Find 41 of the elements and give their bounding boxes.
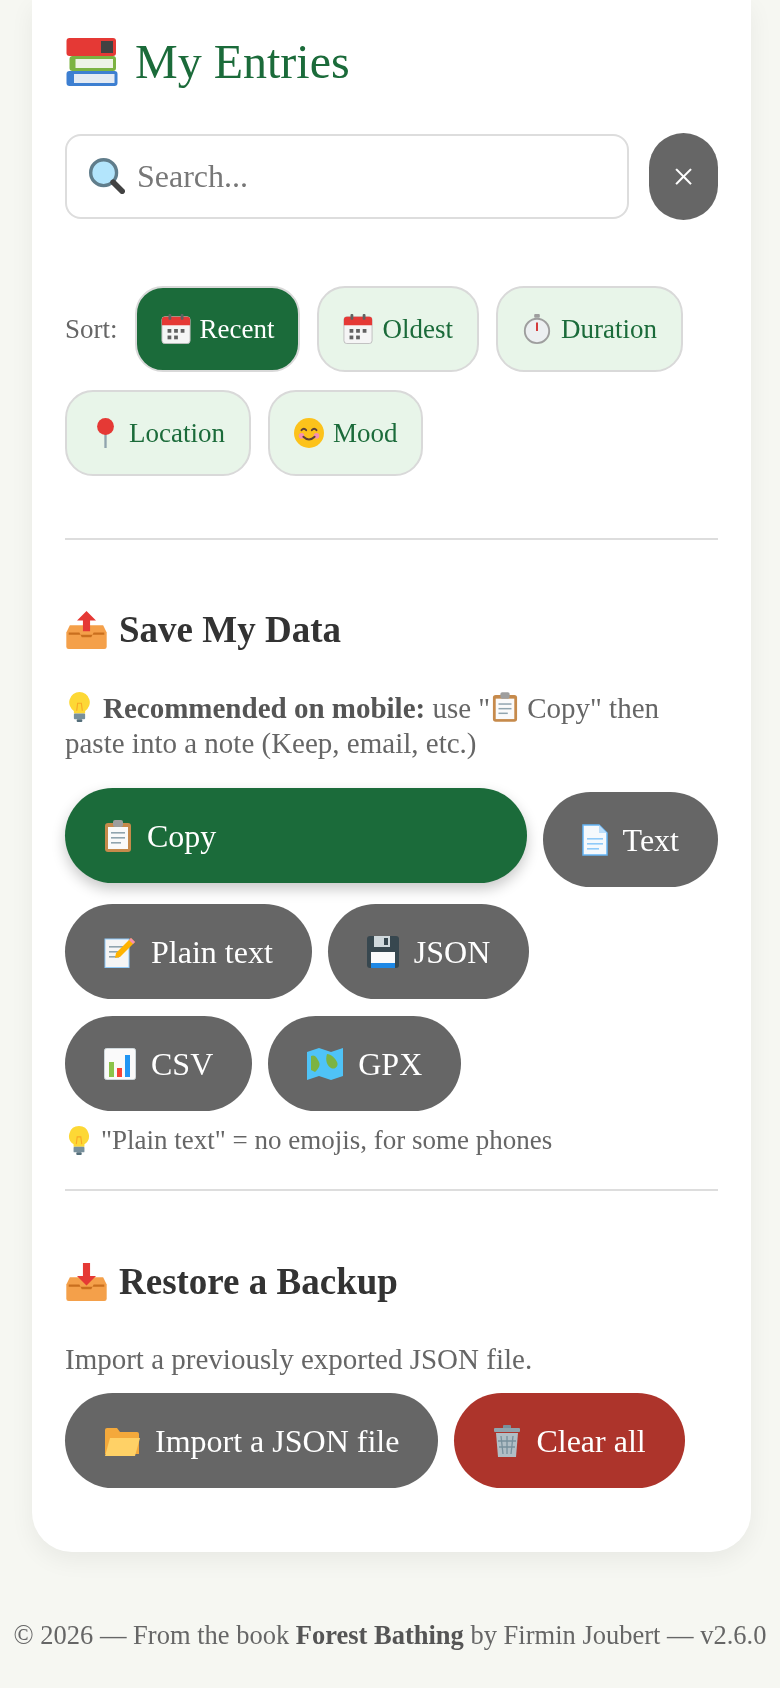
inbox-tray-icon (65, 1263, 108, 1301)
import-button[interactable]: Import a JSON file (65, 1393, 439, 1488)
section-heading: Restore a Backup (119, 1260, 398, 1304)
pin-icon (96, 418, 115, 448)
books-icon (65, 38, 119, 86)
document-icon (581, 823, 608, 856)
clipboard-icon (492, 692, 519, 722)
stopwatch-icon (522, 314, 552, 344)
lightbulb-icon (68, 692, 91, 722)
export-button[interactable]: Copy (65, 788, 527, 883)
clear-all-button[interactable]: Clear all (454, 1393, 685, 1488)
export-button[interactable]: CSV (65, 1016, 253, 1111)
export-button[interactable]: GPX (268, 1016, 462, 1111)
section-heading: Save My Data (119, 608, 341, 652)
trash-can-icon (493, 1424, 522, 1457)
tip-text: Recommended on mobile: use " Copy" then paste into a note (Keep, email, etc.) (65, 691, 661, 761)
sort-button[interactable]: Duration (496, 286, 683, 372)
export-button[interactable]: Text (542, 792, 718, 887)
footer-text: © 2026 — From the book Forest Bathing by Firmin Joubert — v2.6.0 (12, 1619, 768, 1651)
sort-button[interactable]: Oldest (317, 286, 479, 372)
lightbulb-icon (68, 1125, 90, 1155)
sort-button[interactable]: Recent (134, 286, 301, 372)
export-button[interactable]: JSON (327, 904, 530, 999)
memo-icon (104, 935, 136, 968)
outbox-tray-icon (65, 611, 108, 649)
hint-text: "Plain text" = no emojis, for some phones (101, 1124, 553, 1156)
page-title: My Entries (135, 34, 350, 90)
search-field[interactable]: Search... (65, 134, 629, 219)
sort-button[interactable]: Location (65, 390, 251, 476)
clear-search-button[interactable]: × (649, 133, 718, 220)
smiley-icon (293, 418, 324, 448)
clipboard-icon (104, 819, 132, 852)
sort-label: Sort: (65, 312, 118, 346)
search-icon (89, 158, 125, 194)
section-description: Import a previously exported JSON file. (65, 1342, 534, 1377)
calendar-icon (160, 314, 191, 344)
calendar-icon (343, 314, 374, 344)
sort-button[interactable]: Mood (267, 390, 424, 476)
map-icon (307, 1047, 344, 1080)
bar-chart-icon (104, 1047, 136, 1080)
export-button[interactable]: Plain text (65, 904, 312, 999)
